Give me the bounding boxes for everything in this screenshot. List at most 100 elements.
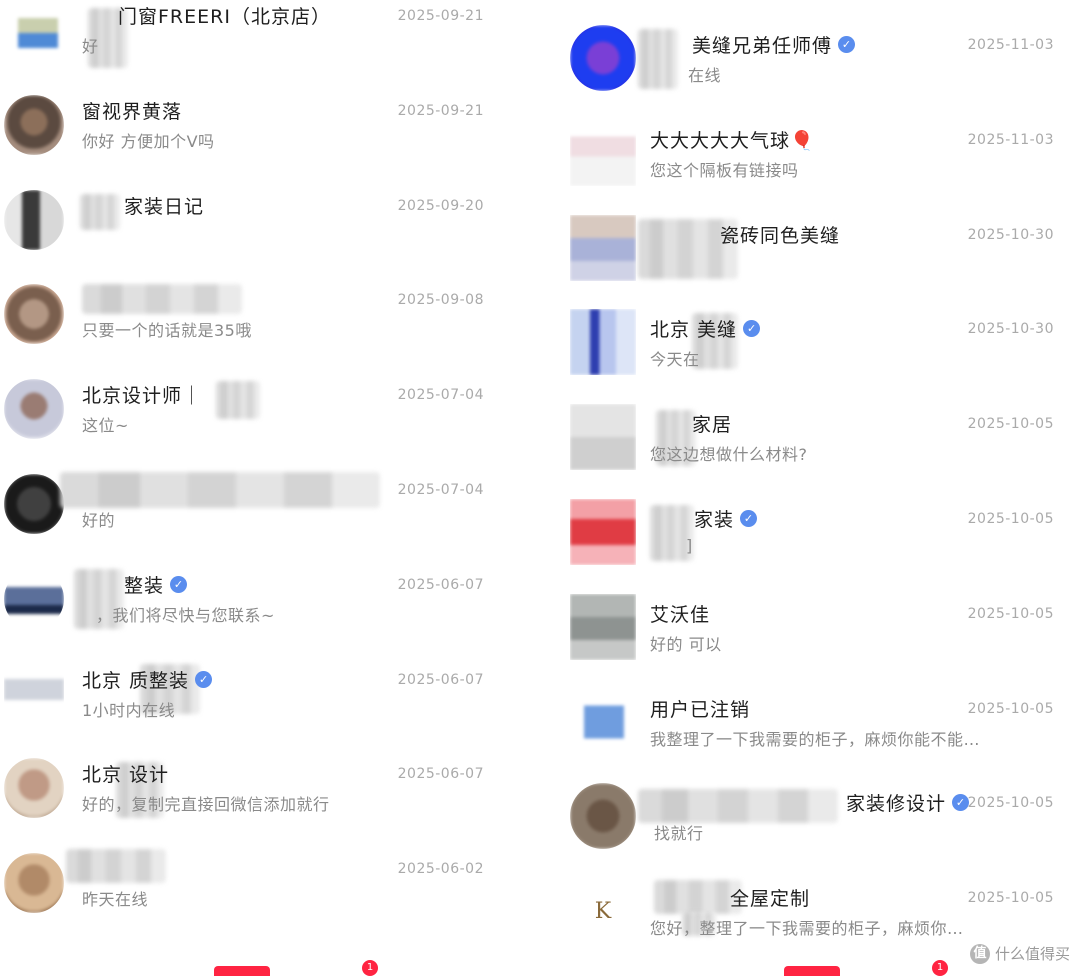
conversation-item[interactable]: 用户已注销 我整理了一下我需要的柜子，麻烦你能不能… 2025-10-05 xyxy=(568,683,1080,778)
conversation-item[interactable]: 美缝兄弟任师傅 ✓ 在线 2025-11-03 xyxy=(568,19,1080,114)
message-date: 2025-10-05 xyxy=(967,795,1054,812)
conversation-item[interactable]: 北京 质整装 ✓ 1小时内在线 2025-06-07 xyxy=(0,654,500,749)
message-preview: 这位~ xyxy=(82,416,129,436)
avatar: K xyxy=(570,878,636,944)
message-date: 2025-07-04 xyxy=(397,481,484,498)
message-preview: 好的 可以 xyxy=(650,634,722,654)
avatar xyxy=(570,783,636,850)
contact-name: 家装修设计 xyxy=(846,793,947,816)
avatar xyxy=(570,214,636,281)
contact-name: 瓷砖同色美缝 xyxy=(720,224,841,247)
verified-icon: ✓ xyxy=(195,670,213,688)
message-date: 2025-06-07 xyxy=(397,576,484,593)
conversation-item[interactable]: 家居 您这边想做什么材料? 2025-10-05 xyxy=(568,398,1080,493)
conversation-list-right: 美缝兄弟任师傅 ✓ 在线 2025-11-03 大大大大大气球🎈 您这个隔板有链接… xyxy=(568,0,1080,976)
verified-icon: ✓ xyxy=(170,575,188,593)
message-date: 2025-10-30 xyxy=(967,226,1054,243)
message-preview: 好 xyxy=(82,37,99,56)
avatar xyxy=(4,758,64,819)
contact-name: 用户已注销 xyxy=(650,698,751,721)
message-preview: 您这边想做什么材料? xyxy=(650,445,808,465)
message-date: 2025-10-30 xyxy=(967,321,1054,338)
contact-name: 家居 xyxy=(692,414,733,437)
verified-icon: ✓ xyxy=(952,794,970,812)
message-date: 2025-10-05 xyxy=(967,605,1054,622)
message-preview: ，我们将尽快与您联系~ xyxy=(96,605,275,625)
avatar xyxy=(570,309,636,376)
message-preview: 您好，整理了一下我需要的柜子，麻烦你… xyxy=(650,919,964,939)
tab-publish[interactable] xyxy=(214,966,270,976)
verified-icon: ✓ xyxy=(740,509,758,527)
message-date: 2025-10-05 xyxy=(967,416,1054,433)
conversation-list-left: 门窗FREERI（北京店） 好 2025-09-21 窗视界黄落 你好 方便加个… xyxy=(0,0,500,976)
conversation-item[interactable]: 北京 美缝 ✓ 今天在 2025-10-30 xyxy=(568,303,1080,398)
message-date: 2025-06-07 xyxy=(397,766,484,783)
contact-name: 窗视界黄落 xyxy=(82,100,183,123)
bottom-tab-bar: 1 xyxy=(0,960,500,976)
contact-name: 整装 xyxy=(124,574,165,597)
unread-badge: 1 xyxy=(362,960,378,976)
avatar xyxy=(4,473,64,534)
conversation-item[interactable]: 家装修设计 ✓ 找就行 2025-10-05 xyxy=(568,777,1080,872)
avatar xyxy=(570,498,636,565)
avatar xyxy=(570,593,636,660)
watermark: 值 什么值得买 xyxy=(969,943,1070,964)
message-preview: 您这个隔板有链接吗 xyxy=(650,160,799,180)
conversation-item[interactable]: 艾沃佳 好的 可以 2025-10-05 xyxy=(568,588,1080,683)
tab-publish[interactable] xyxy=(784,966,840,976)
message-date: 2025-11-03 xyxy=(967,37,1054,53)
watermark-text: 什么值得买 xyxy=(994,945,1070,963)
avatar xyxy=(4,94,64,155)
conversation-item[interactable]: 昨天在线 2025-06-02 xyxy=(0,843,500,938)
bottom-tab-bar: 1 xyxy=(568,960,1080,976)
message-preview: 好的，复制完直接回微信添加就行 xyxy=(82,795,330,815)
message-preview: 只要一个的话就是35哦 xyxy=(82,321,252,341)
message-preview: 我整理了一下我需要的柜子，麻烦你能不能… xyxy=(650,729,981,749)
contact-name: 大大大大大气球🎈 xyxy=(650,129,815,152)
message-date: 2025-09-08 xyxy=(397,292,484,309)
message-date: 2025-10-05 xyxy=(967,890,1054,907)
conversation-item[interactable]: 瓷砖同色美缝 2025-10-30 xyxy=(568,209,1080,304)
message-date: 2025-06-07 xyxy=(397,671,484,688)
verified-icon: ✓ xyxy=(743,320,761,338)
contact-name: 北京 设计 xyxy=(82,764,170,787)
avatar xyxy=(570,404,636,471)
conversation-item[interactable]: 北京 设计 好的，复制完直接回微信添加就行 2025-06-07 xyxy=(0,748,500,843)
contact-name: 家装 xyxy=(694,508,735,531)
message-preview: 你好 方便加个V吗 xyxy=(82,131,215,151)
message-date: 2025-09-21 xyxy=(397,102,484,119)
message-preview: 今天在 xyxy=(650,350,700,370)
watermark-logo-icon: 值 xyxy=(969,943,990,964)
avatar xyxy=(4,663,64,724)
contact-name: 美缝兄弟任师傅 xyxy=(692,35,833,57)
message-date: 2025-10-05 xyxy=(967,510,1054,527)
message-date: 2025-11-03 xyxy=(967,131,1054,148)
avatar xyxy=(570,25,636,91)
avatar xyxy=(4,379,64,440)
message-preview: 昨天在线 xyxy=(82,890,149,910)
message-date: 2025-10-05 xyxy=(967,700,1054,717)
contact-name: 全屋定制 xyxy=(730,888,811,911)
contact-name: 门窗FREERI（北京店） xyxy=(118,6,331,28)
contact-name: 北京设计师｜ xyxy=(82,385,203,408)
conversation-item[interactable]: 大大大大大气球🎈 您这个隔板有链接吗 2025-11-03 xyxy=(568,114,1080,209)
contact-name: 家装日记 xyxy=(124,195,205,218)
conversation-item[interactable]: 窗视界黄落 你好 方便加个V吗 2025-09-21 xyxy=(0,85,500,180)
unread-badge: 1 xyxy=(932,960,948,976)
avatar xyxy=(4,853,64,914)
contact-name: 艾沃佳 xyxy=(650,603,711,626)
message-preview: 在线 xyxy=(688,66,722,85)
conversation-item[interactable]: 家装 ✓ ] 2025-10-05 xyxy=(568,493,1080,588)
conversation-item[interactable]: 门窗FREERI（北京店） 好 2025-09-21 xyxy=(0,0,500,85)
contact-name: 北京 质整装 xyxy=(82,669,190,692)
conversation-item[interactable]: 只要一个的话就是35哦 2025-09-08 xyxy=(0,274,500,369)
verified-icon: ✓ xyxy=(838,36,856,53)
conversation-item[interactable]: 家装日记 2025-09-20 xyxy=(0,180,500,275)
message-preview: ] xyxy=(686,535,693,555)
avatar xyxy=(570,688,636,755)
conversation-item[interactable]: 整装 ✓ ，我们将尽快与您联系~ 2025-06-07 xyxy=(0,559,500,654)
conversation-item[interactable]: 好的 2025-07-04 xyxy=(0,464,500,559)
avatar xyxy=(4,0,64,60)
conversation-item[interactable]: 北京设计师｜ 这位~ 2025-07-04 xyxy=(0,369,500,464)
avatar xyxy=(4,568,64,629)
